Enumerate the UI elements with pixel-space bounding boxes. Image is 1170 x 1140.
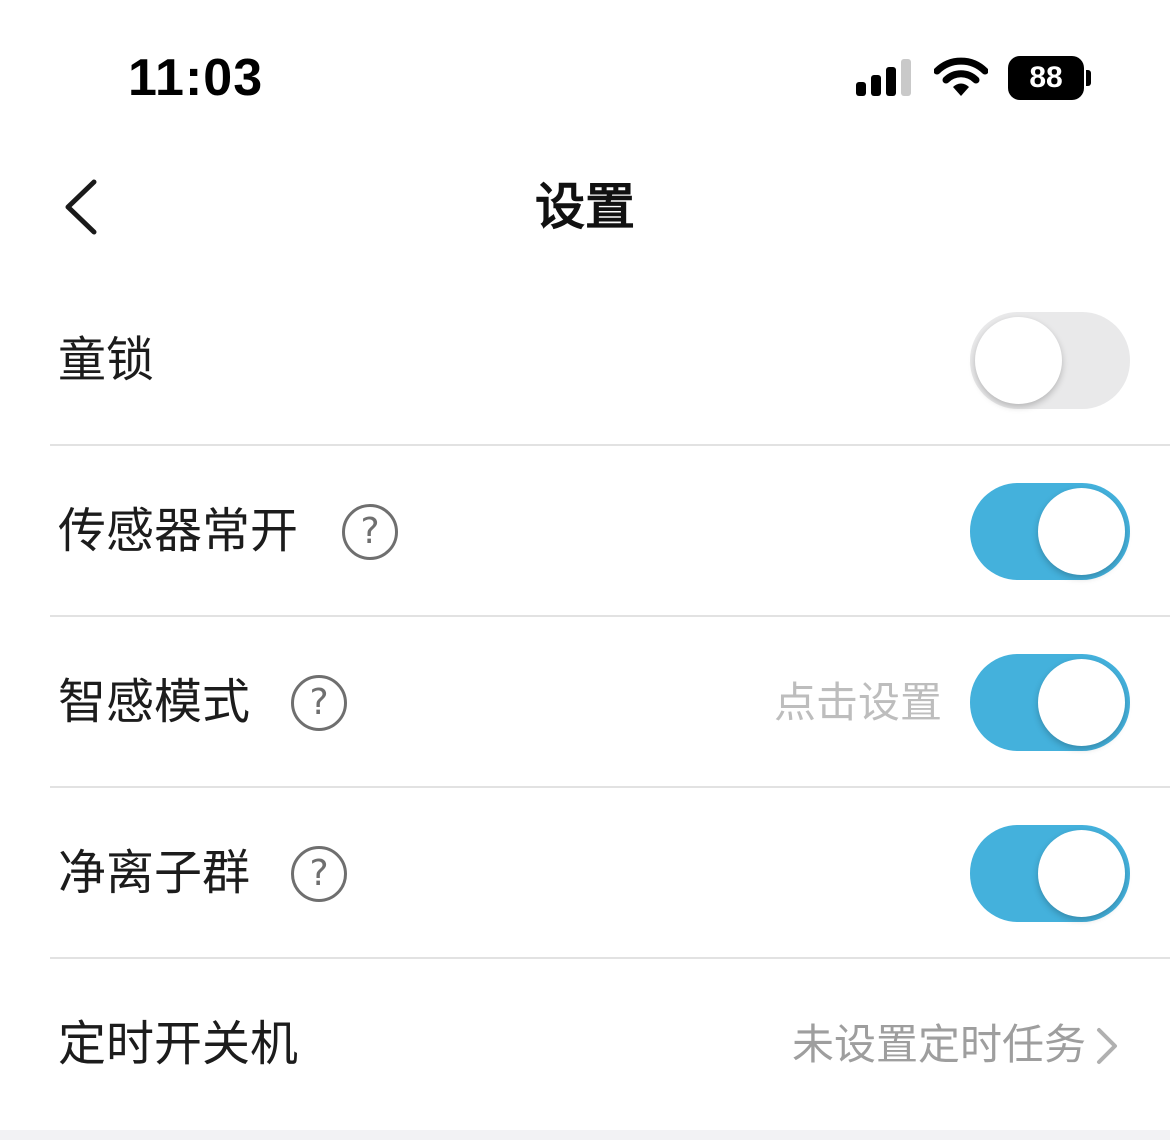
settings-screen: 11:03 88 设置 童锁 传感器常开 ? 智感模式 ? 点击设置 净离子群 …: [0, 0, 1170, 1140]
battery-icon: 88: [1008, 56, 1092, 100]
toggle-knob: [1038, 488, 1125, 575]
status-bar: 11:03 88: [0, 0, 1170, 150]
toggle-knob: [1038, 659, 1125, 746]
wifi-icon: [934, 57, 988, 96]
back-button[interactable]: [50, 172, 120, 242]
setting-row-child-lock: 童锁: [0, 275, 1170, 446]
nav-bar: 设置: [0, 150, 1170, 265]
help-icon[interactable]: ?: [291, 675, 347, 731]
setting-row-scheduled-power[interactable]: 定时开关机 未设置定时任务: [0, 959, 1170, 1130]
chevron-left-icon: [65, 179, 97, 235]
bottom-band: [0, 1130, 1170, 1140]
page-title: 设置: [535, 178, 635, 236]
smart-mode-toggle[interactable]: [970, 654, 1130, 751]
ion-cluster-toggle[interactable]: [970, 825, 1130, 922]
setting-label: 智感模式: [58, 674, 251, 730]
status-time: 11:03: [128, 49, 264, 107]
help-icon[interactable]: ?: [291, 846, 347, 902]
setting-row-ion-cluster: 净离子群 ?: [0, 788, 1170, 959]
help-icon[interactable]: ?: [342, 504, 398, 560]
setting-row-sensor-always-on: 传感器常开 ?: [0, 446, 1170, 617]
toggle-knob: [975, 317, 1062, 404]
setting-label: 童锁: [58, 332, 155, 388]
battery-level: 88: [1029, 61, 1063, 94]
toggle-knob: [1038, 830, 1125, 917]
setting-label: 传感器常开: [58, 503, 299, 559]
setting-label: 净离子群: [58, 845, 251, 901]
child-lock-toggle[interactable]: [970, 312, 1130, 409]
schedule-status[interactable]: 未设置定时任务: [792, 959, 1086, 1130]
setting-label: 定时开关机: [58, 1016, 299, 1072]
chevron-right-icon: [1097, 1028, 1117, 1064]
smart-mode-setup-link[interactable]: 点击设置: [774, 617, 942, 788]
signal-icon: [856, 59, 911, 96]
settings-list: 童锁 传感器常开 ? 智感模式 ? 点击设置 净离子群 ? 定时开关机 未设置定…: [0, 275, 1170, 1130]
sensor-always-on-toggle[interactable]: [970, 483, 1130, 580]
battery-cap: [1086, 70, 1091, 86]
setting-row-smart-mode: 智感模式 ? 点击设置: [0, 617, 1170, 788]
